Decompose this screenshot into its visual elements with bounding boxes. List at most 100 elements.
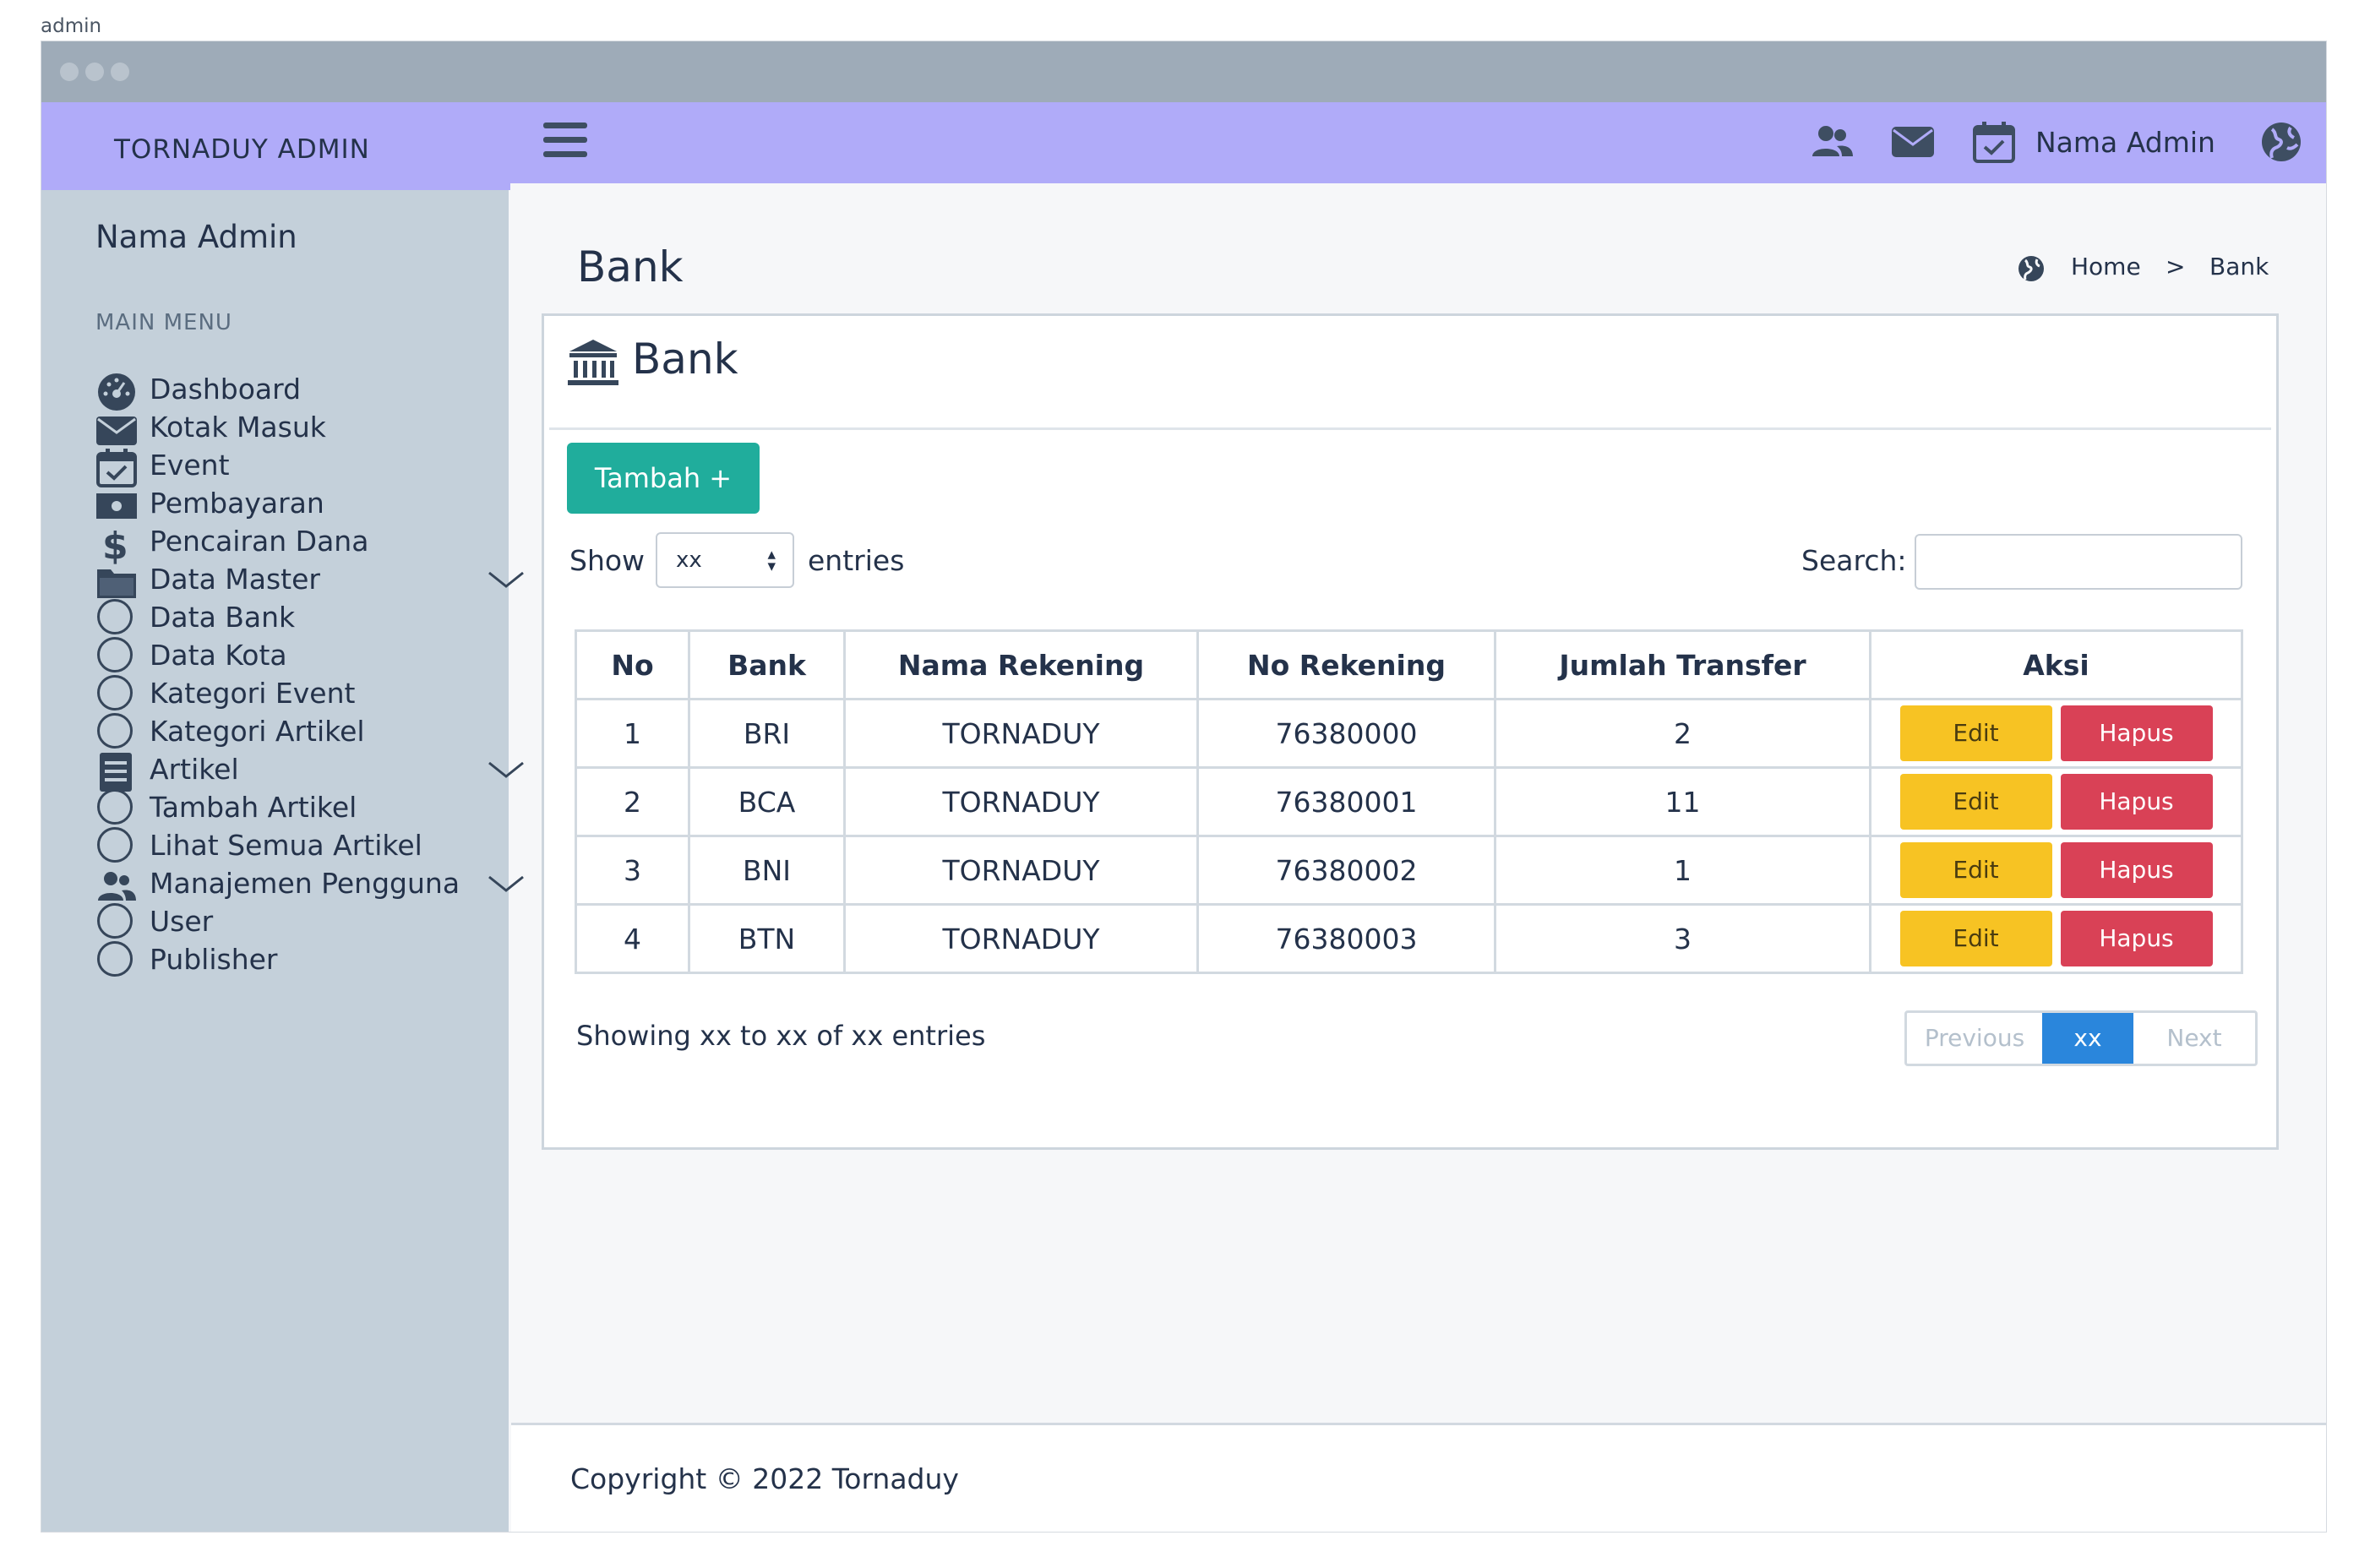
table-row: 1 BRI TORNADUY 76380000 2 Edit Hapus <box>575 698 2243 769</box>
edit-button[interactable]: Edit <box>1899 911 2052 966</box>
pagination: Previous xx Next <box>1904 1010 2258 1066</box>
search-label: Search: <box>1801 544 1907 577</box>
column-header-bank[interactable]: Bank <box>688 629 846 700</box>
window-dot-close[interactable] <box>60 63 79 81</box>
cell-bank: BCA <box>688 766 846 837</box>
show-label: Show <box>569 544 646 577</box>
cell-jumlah-transfer: 3 <box>1494 903 1871 974</box>
brand-title[interactable]: TORNADUY ADMIN <box>114 134 370 165</box>
breadcrumb-separator: > <box>2166 253 2186 280</box>
delete-button[interactable]: Hapus <box>2060 705 2213 761</box>
breadcrumb-home[interactable]: Home <box>2071 253 2141 280</box>
globe-icon[interactable] <box>2258 119 2304 165</box>
select-caret-icon: ▴ ▾ <box>767 545 776 575</box>
window-dot-minimize[interactable] <box>85 63 104 81</box>
sidebar-item-label: Lihat Semua Artikel <box>150 829 422 862</box>
cell-no-rekening: 76380000 <box>1196 698 1496 769</box>
sidebar-item-label: Kategori Event <box>150 677 356 710</box>
card-divider <box>549 427 2271 430</box>
edit-button[interactable]: Edit <box>1899 705 2052 761</box>
cell-no-rekening: 76380001 <box>1196 766 1496 837</box>
edit-button[interactable]: Edit <box>1899 842 2052 898</box>
circle-icon <box>97 637 133 672</box>
entries-select[interactable]: xx ▴ ▾ <box>656 532 794 588</box>
chevron-down-icon[interactable] <box>486 872 526 897</box>
calendar-check-icon[interactable] <box>1971 119 2017 165</box>
cell-no: 1 <box>575 698 690 769</box>
cell-aksi: Edit Hapus <box>1869 698 2243 769</box>
search-input[interactable] <box>1915 534 2242 590</box>
column-header-jumlah-transfer[interactable]: Jumlah Transfer <box>1494 629 1871 700</box>
window-dot-maximize[interactable] <box>111 63 129 81</box>
sidebar-item-publisher[interactable]: Publisher <box>95 936 493 988</box>
cell-jumlah-transfer: 2 <box>1494 698 1871 769</box>
circle-icon <box>97 713 133 749</box>
column-header-no-rekening[interactable]: No Rekening <box>1196 629 1496 700</box>
column-header-no[interactable]: No <box>575 629 690 700</box>
circle-icon <box>97 675 133 710</box>
sidebar-item-label: Publisher <box>150 943 278 976</box>
sidebar-item-label: Manajemen Pengguna <box>150 867 460 900</box>
circle-icon <box>97 941 133 977</box>
column-header-aksi: Aksi <box>1869 629 2243 700</box>
cell-jumlah-transfer: 1 <box>1494 835 1871 906</box>
copyright-text: Copyright © 2022 Tornaduy <box>570 1462 959 1495</box>
cell-bank: BNI <box>688 835 846 906</box>
sidebar-item-label: Artikel <box>150 753 239 786</box>
hamburger-icon[interactable] <box>543 122 587 161</box>
sidebar-item-label: Kotak Masuk <box>150 411 326 444</box>
navbar-user-name[interactable]: Nama Admin <box>2035 126 2215 159</box>
pagination-previous[interactable]: Previous <box>1907 1013 2042 1064</box>
cell-nama-rekening: TORNADUY <box>843 903 1199 974</box>
table-info: Showing xx to xx of xx entries <box>576 1020 986 1052</box>
page-label: admin <box>41 15 102 37</box>
table-row: 4 BTN TORNADUY 76380003 3 Edit Hapus <box>575 903 2243 974</box>
table-row: 2 BCA TORNADUY 76380001 11 Edit Hapus <box>575 766 2243 837</box>
chevron-down-icon[interactable] <box>486 758 526 783</box>
bank-card: Bank Tambah + Show xx ▴ ▾ entries Search:… <box>542 313 2279 1150</box>
bank-icon <box>568 340 618 385</box>
sidebar-user-name: Nama Admin <box>95 219 297 255</box>
edit-button[interactable]: Edit <box>1899 774 2052 830</box>
chevron-down-icon[interactable] <box>486 568 526 593</box>
envelope-icon[interactable] <box>1890 119 1936 165</box>
footer: Copyright © 2022 Tornaduy <box>511 1423 2326 1532</box>
app-window: Nama Admin TORNADUY ADMIN Nama Admin MAI… <box>41 41 2327 1533</box>
users-icon[interactable] <box>1809 119 1855 165</box>
delete-button[interactable]: Hapus <box>2060 774 2213 830</box>
sidebar-item-label: Event <box>150 449 230 482</box>
window-titlebar <box>41 41 2326 102</box>
sidebar-item-label: Kategori Artikel <box>150 715 365 748</box>
delete-button[interactable]: Hapus <box>2060 911 2213 966</box>
cell-nama-rekening: TORNADUY <box>843 698 1199 769</box>
sidebar-item-label: Tambah Artikel <box>150 791 357 824</box>
breadcrumb-current: Bank <box>2209 253 2269 280</box>
globe-icon <box>2018 256 2044 281</box>
add-bank-button[interactable]: Tambah + <box>567 443 760 514</box>
cell-aksi: Edit Hapus <box>1869 835 2243 906</box>
circle-icon <box>97 789 133 825</box>
cell-no: 3 <box>575 835 690 906</box>
bank-table: No Bank Nama Rekening No Rekening Jumlah… <box>575 629 2243 974</box>
column-header-nama-rekening[interactable]: Nama Rekening <box>843 629 1199 700</box>
brand-area: TORNADUY ADMIN <box>41 102 510 190</box>
cell-bank: BTN <box>688 903 846 974</box>
delete-button[interactable]: Hapus <box>2060 842 2213 898</box>
cell-no: 2 <box>575 766 690 837</box>
cell-no: 4 <box>575 903 690 974</box>
sidebar-item-label: Pencairan Dana <box>150 525 369 558</box>
cell-jumlah-transfer: 11 <box>1494 766 1871 837</box>
pagination-next[interactable]: Next <box>2133 1013 2255 1064</box>
page-title: Bank <box>577 242 684 291</box>
table-row: 3 BNI TORNADUY 76380002 1 Edit Hapus <box>575 835 2243 906</box>
circle-icon <box>97 903 133 939</box>
cell-aksi: Edit Hapus <box>1869 903 2243 974</box>
circle-icon <box>97 827 133 863</box>
sidebar-item-label: Pembayaran <box>150 487 324 520</box>
entries-select-value: xx <box>676 547 702 573</box>
cell-nama-rekening: TORNADUY <box>843 835 1199 906</box>
sidebar-item-label: Data Kota <box>150 639 287 672</box>
entries-label: entries <box>808 544 905 577</box>
pagination-current-page[interactable]: xx <box>2042 1013 2133 1064</box>
table-header-row: No Bank Nama Rekening No Rekening Jumlah… <box>575 629 2243 700</box>
